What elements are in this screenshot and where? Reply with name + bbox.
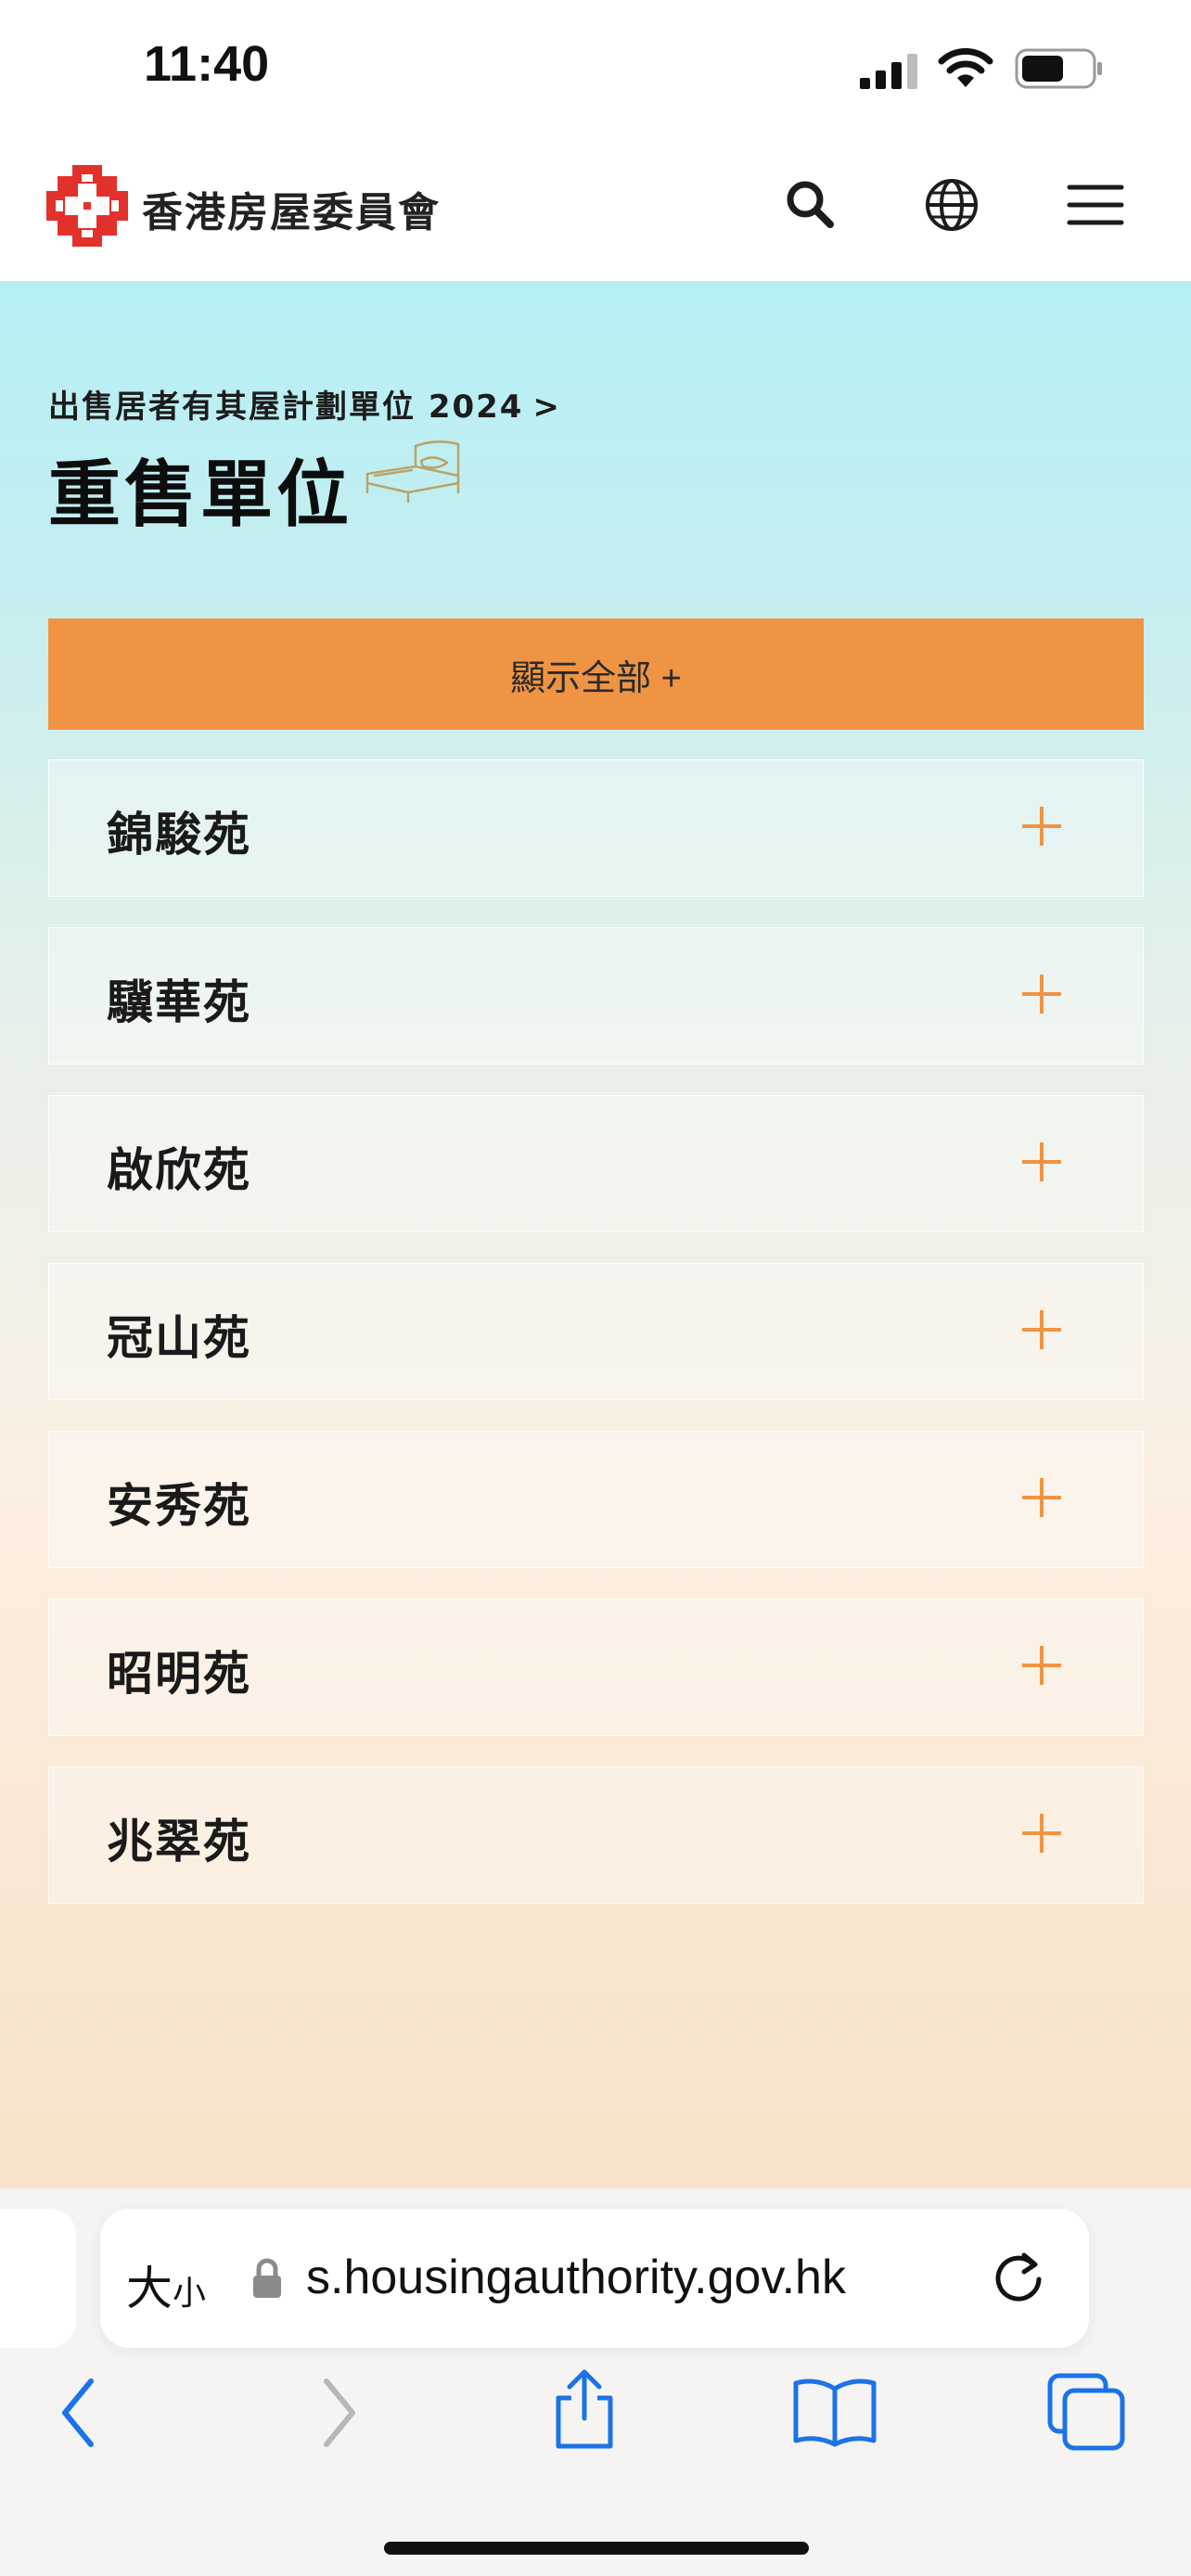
estate-item-5[interactable]: 昭明苑 <box>48 1599 1144 1736</box>
page-title: 重售單位 <box>48 453 353 537</box>
text-size-large: 大 <box>126 2262 173 2315</box>
estate-item-2[interactable]: 啟欣苑 <box>48 1095 1144 1232</box>
search-icon[interactable] <box>782 176 838 232</box>
estate-name: 昭明苑 <box>107 1647 251 1701</box>
estate-item-4[interactable]: 安秀苑 <box>48 1431 1144 1568</box>
estate-name: 冠山苑 <box>107 1311 251 1365</box>
estate-name: 兆翠苑 <box>107 1815 251 1868</box>
estate-name: 錦駿苑 <box>107 808 251 861</box>
plus-icon[interactable] <box>1018 1307 1065 1353</box>
url-text[interactable]: s.housingauthority.gov.hk <box>306 2250 846 2305</box>
breadcrumb-label: 出售居者有其屋計劃單位 2024 <box>48 389 524 426</box>
share-icon[interactable] <box>547 2366 621 2450</box>
estate-item-6[interactable]: 兆翠苑 <box>48 1766 1144 1904</box>
tabs-icon[interactable] <box>1044 2370 1128 2454</box>
estate-name: 啟欣苑 <box>107 1143 251 1197</box>
plus-icon[interactable] <box>1018 803 1065 849</box>
reload-icon[interactable] <box>991 2248 1050 2307</box>
browser-chrome: 大小 s.housingauthority.gov.hk <box>0 2188 1191 2576</box>
bed-icon <box>365 440 460 504</box>
plus-icon[interactable] <box>1018 1642 1065 1689</box>
plus-icon[interactable] <box>1018 971 1065 1017</box>
wifi-icon <box>938 47 993 87</box>
plus-icon[interactable] <box>1018 1474 1065 1521</box>
lock-icon <box>253 2258 281 2298</box>
show-all-button[interactable]: 顯示全部 + <box>48 618 1144 730</box>
breadcrumb[interactable]: 出售居者有其屋計劃單位 2024 > <box>48 381 561 427</box>
plus-icon[interactable] <box>1018 1810 1065 1856</box>
bookmarks-icon[interactable] <box>790 2374 879 2448</box>
content-area: 出售居者有其屋計劃單位 2024 > 重售單位 顯示全部 + 錦駿苑 驥華苑 啟欣… <box>0 281 1191 2188</box>
status-bar: 11:40 <box>0 0 1191 139</box>
status-time: 11:40 <box>144 36 270 92</box>
estate-item-3[interactable]: 冠山苑 <box>48 1263 1144 1400</box>
home-indicator <box>384 2542 809 2555</box>
estate-name: 安秀苑 <box>107 1479 251 1533</box>
previous-tab-preview[interactable] <box>0 2209 76 2348</box>
estate-name: 驥華苑 <box>107 976 251 1029</box>
site-header: 香港房屋委員會 <box>0 139 1191 282</box>
battery-icon <box>1015 48 1102 89</box>
forward-icon[interactable] <box>315 2376 362 2450</box>
cellular-signal-icon <box>860 54 917 89</box>
housing-authority-logo[interactable] <box>46 165 128 247</box>
menu-icon[interactable] <box>1067 176 1124 234</box>
estate-item-0[interactable]: 錦駿苑 <box>48 759 1144 897</box>
back-icon[interactable] <box>56 2376 102 2450</box>
page-menu-button[interactable]: 大小 <box>126 2251 206 2318</box>
plus-icon[interactable] <box>1018 1139 1065 1185</box>
globe-icon[interactable] <box>923 176 980 234</box>
text-size-small: 小 <box>173 2275 207 2313</box>
estate-item-1[interactable]: 驥華苑 <box>48 927 1144 1065</box>
brand-name[interactable]: 香港房屋委員會 <box>142 179 441 238</box>
address-bar[interactable]: 大小 s.housingauthority.gov.hk <box>100 2209 1089 2348</box>
chevron-right-icon: > <box>532 389 561 426</box>
